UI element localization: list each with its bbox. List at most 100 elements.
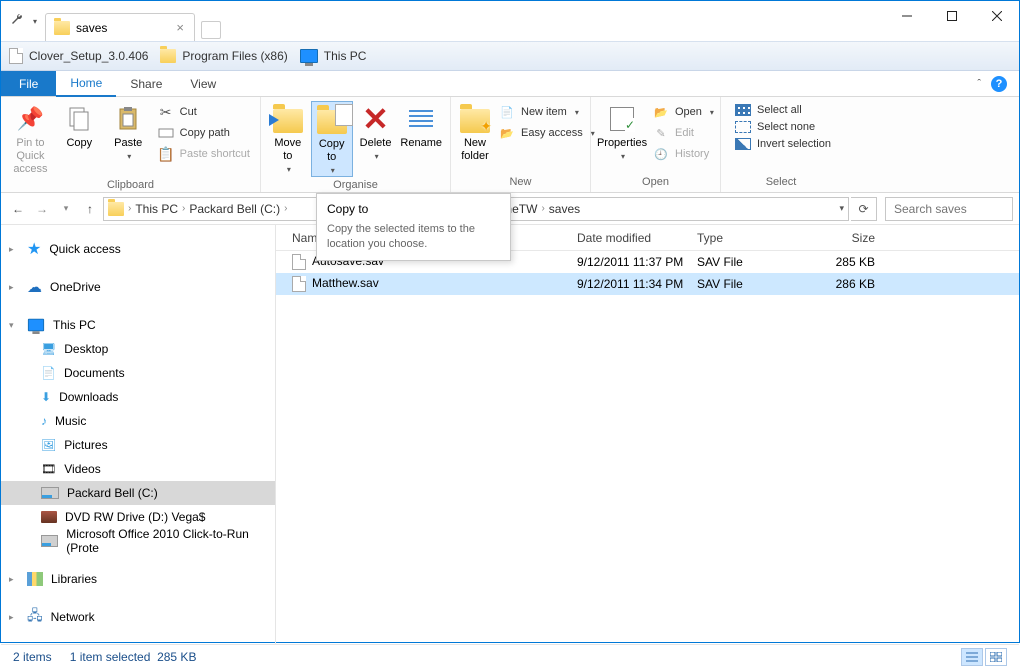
expand-icon[interactable]: ▸	[9, 282, 19, 293]
sidebar-item-network[interactable]: ▸ 🖧 Network	[1, 605, 275, 629]
address-dropdown-icon[interactable]: ▾	[839, 203, 844, 214]
copy-path-button[interactable]: Copy path	[154, 124, 254, 142]
view-details-button[interactable]	[961, 648, 983, 666]
button-label: Select all	[757, 104, 802, 116]
documents-icon: 📄	[41, 366, 56, 380]
expand-icon[interactable]: ▸	[9, 244, 19, 255]
column-header-size[interactable]: Size	[801, 231, 881, 245]
sidebar-item-music[interactable]: ♪Music	[1, 409, 275, 433]
tab-close-icon[interactable]: ×	[176, 20, 184, 35]
file-icon	[292, 276, 306, 292]
ribbon-tab-file[interactable]: File	[1, 71, 56, 96]
nav-back-button[interactable]: ←	[7, 198, 29, 220]
view-large-icons-button[interactable]	[985, 648, 1007, 666]
sidebar-item-label: Desktop	[64, 342, 108, 356]
collapse-icon[interactable]: ▾	[9, 320, 19, 331]
breadcrumb-this-pc[interactable]: This PC	[135, 202, 178, 216]
pictures-icon: 🖼	[41, 438, 56, 452]
sidebar-item-documents[interactable]: 📄Documents	[1, 361, 275, 385]
bookmarks-bar: Clover_Setup_3.0.406 Program Files (x86)…	[1, 41, 1019, 71]
sidebar-item-videos[interactable]: 🎞Videos	[1, 457, 275, 481]
history-button[interactable]: 🕘History	[649, 145, 718, 163]
ribbon-tab-share[interactable]: Share	[116, 71, 176, 96]
search-box[interactable]: 🔍	[885, 197, 1013, 221]
sidebar-item-dvd-drive[interactable]: DVD RW Drive (D:) Vega$	[1, 505, 275, 529]
chevron-right-icon[interactable]: ›	[128, 203, 131, 214]
pin-to-quick-access-button[interactable]: 📌 Pin to Quick access	[7, 101, 54, 177]
search-input[interactable]	[892, 201, 1020, 217]
easy-access-button[interactable]: 📂Easy access▾	[495, 124, 599, 142]
breadcrumb-drive-c[interactable]: Packard Bell (C:)	[189, 202, 280, 216]
sidebar-item-desktop[interactable]: 🖥Desktop	[1, 337, 275, 361]
close-button[interactable]	[974, 1, 1019, 31]
delete-button[interactable]: ✕ Delete▾	[355, 101, 397, 162]
chevron-right-icon[interactable]: ›	[182, 203, 185, 214]
music-icon: ♪	[41, 414, 47, 428]
chevron-right-icon[interactable]: ›	[541, 203, 544, 214]
file-size: 285 KB	[801, 255, 881, 269]
chevron-down-icon: ▾	[127, 152, 131, 162]
bookmark-label: Program Files (x86)	[182, 49, 287, 63]
ribbon: 📌 Pin to Quick access Copy Paste ▾ ✂Cut …	[1, 97, 1019, 193]
button-label: New folder	[459, 137, 491, 163]
chevron-right-icon[interactable]: ›	[284, 203, 287, 214]
cut-button[interactable]: ✂Cut	[154, 103, 254, 121]
file-list[interactable]: Name Date modified Type Size Autosave.sa…	[276, 225, 1019, 644]
qat-dropdown-icon[interactable]: ▾	[29, 17, 41, 26]
open-button[interactable]: 📂Open▾	[649, 103, 718, 121]
select-none-button[interactable]: Select none	[731, 120, 835, 134]
copy-button[interactable]: Copy	[56, 101, 103, 150]
minimize-button[interactable]	[884, 1, 929, 31]
expand-icon[interactable]: ▸	[9, 612, 19, 623]
nav-recent-dropdown[interactable]: ▾	[55, 198, 77, 220]
sidebar-item-drive-c[interactable]: Packard Bell (C:)	[1, 481, 275, 505]
bookmark-clover-setup[interactable]: Clover_Setup_3.0.406	[9, 48, 148, 64]
paste-button[interactable]: Paste ▾	[105, 101, 152, 162]
refresh-button[interactable]: ⟳	[851, 197, 877, 221]
sidebar-item-libraries[interactable]: ▸ Libraries	[1, 567, 275, 591]
sidebar-item-onedrive[interactable]: ▸ ☁ OneDrive	[1, 275, 275, 299]
new-folder-button[interactable]: New folder	[457, 101, 493, 163]
sidebar-item-pictures[interactable]: 🖼Pictures	[1, 433, 275, 457]
ribbon-tab-view[interactable]: View	[176, 71, 230, 96]
expand-icon[interactable]: ▸	[9, 574, 19, 585]
invert-selection-button[interactable]: Invert selection	[731, 137, 835, 151]
select-all-button[interactable]: Select all	[731, 103, 835, 117]
sidebar-item-this-pc[interactable]: ▾ This PC	[1, 313, 275, 337]
status-selection: 1 item selected 285 KB	[70, 650, 197, 664]
button-label: Delete	[360, 137, 392, 150]
breadcrumb-saves[interactable]: saves	[549, 202, 580, 216]
navigation-pane[interactable]: ▸ ★ Quick access ▸ ☁ OneDrive ▾ This PC …	[1, 225, 276, 644]
nav-up-button[interactable]: ↑	[79, 198, 101, 220]
bookmark-program-files[interactable]: Program Files (x86)	[160, 49, 287, 63]
videos-icon: 🎞	[41, 462, 56, 476]
paste-shortcut-button[interactable]: 📋Paste shortcut	[154, 145, 254, 163]
bookmark-label: This PC	[324, 49, 367, 63]
new-tab-button[interactable]	[201, 21, 221, 39]
sidebar-item-office-c2r[interactable]: Microsoft Office 2010 Click-to-Run (Prot…	[1, 529, 275, 553]
rename-icon	[409, 110, 433, 128]
bookmark-this-pc[interactable]: This PC	[300, 49, 367, 63]
file-row[interactable]: Matthew.sav 9/12/2011 11:34 PM SAV File …	[276, 273, 1019, 295]
ribbon-tab-home[interactable]: Home	[56, 71, 116, 97]
rename-button[interactable]: Rename	[398, 101, 444, 150]
sidebar-item-downloads[interactable]: ⬇Downloads	[1, 385, 275, 409]
nav-forward-button[interactable]: →	[31, 198, 53, 220]
new-item-button[interactable]: 📄New item▾	[495, 103, 599, 121]
move-to-button[interactable]: Move to▾	[267, 101, 309, 175]
edit-button[interactable]: ✎Edit	[649, 124, 718, 142]
tab-title: saves	[76, 21, 107, 35]
properties-button[interactable]: Properties▾	[597, 101, 647, 162]
help-icon[interactable]: ?	[991, 76, 1007, 92]
wrench-icon[interactable]	[9, 13, 25, 29]
column-header-date[interactable]: Date modified	[571, 231, 691, 245]
browser-tab-saves[interactable]: saves ×	[45, 13, 195, 41]
ribbon-collapse-icon[interactable]: ˆ	[977, 78, 981, 90]
ribbon-tab-row: File Home Share View ˆ ?	[1, 71, 1019, 97]
sidebar-item-quick-access[interactable]: ▸ ★ Quick access	[1, 237, 275, 261]
copy-to-button[interactable]: Copy to▾	[311, 101, 353, 177]
button-label: Copy	[66, 137, 92, 150]
copy-to-tooltip: Copy to Copy the selected items to the l…	[316, 193, 511, 261]
maximize-button[interactable]	[929, 1, 974, 31]
column-header-type[interactable]: Type	[691, 231, 801, 245]
